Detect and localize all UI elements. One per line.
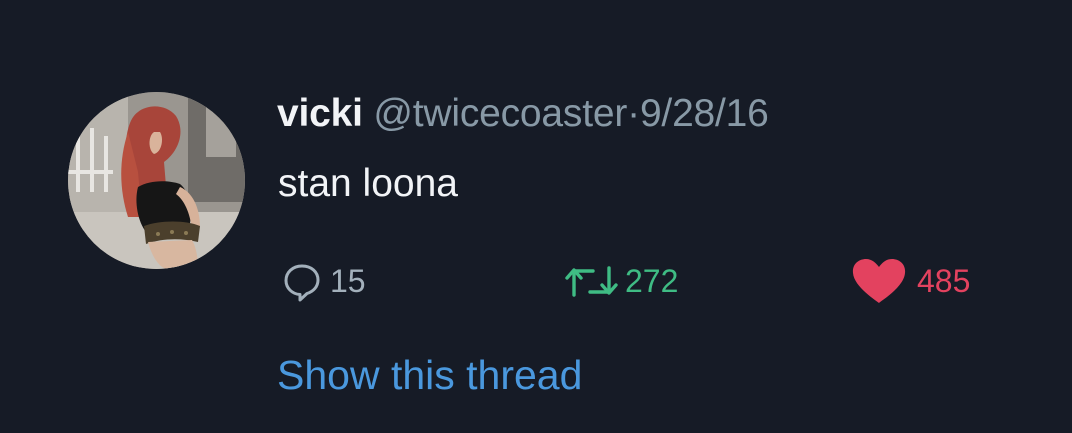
user-handle[interactable]: @twicecoaster — [373, 92, 627, 135]
reply-count: 15 — [330, 263, 366, 299]
retweet-button[interactable]: 272 — [563, 258, 678, 304]
like-button[interactable]: 485 — [850, 258, 970, 304]
reply-button[interactable]: 15 — [280, 258, 366, 304]
heart-icon — [852, 259, 906, 303]
separator-dot: · — [627, 92, 640, 135]
retweet-count: 272 — [625, 263, 679, 299]
tweet-date[interactable]: 9/28/16 — [640, 92, 769, 135]
profile-photo — [68, 92, 245, 269]
tweet-header: vicki @twicecoaster·9/28/16 — [277, 90, 769, 138]
tweet-text: stan loona — [278, 162, 458, 205]
tweet[interactable]: vicki @twicecoaster·9/28/16 stan loona 1… — [0, 0, 1072, 433]
display-name[interactable]: vicki — [277, 92, 363, 135]
show-thread-link[interactable]: Show this thread — [277, 350, 582, 400]
avatar[interactable] — [68, 92, 245, 269]
reply-icon — [284, 264, 320, 302]
like-count: 485 — [917, 263, 971, 299]
retweet-icon — [565, 266, 618, 297]
